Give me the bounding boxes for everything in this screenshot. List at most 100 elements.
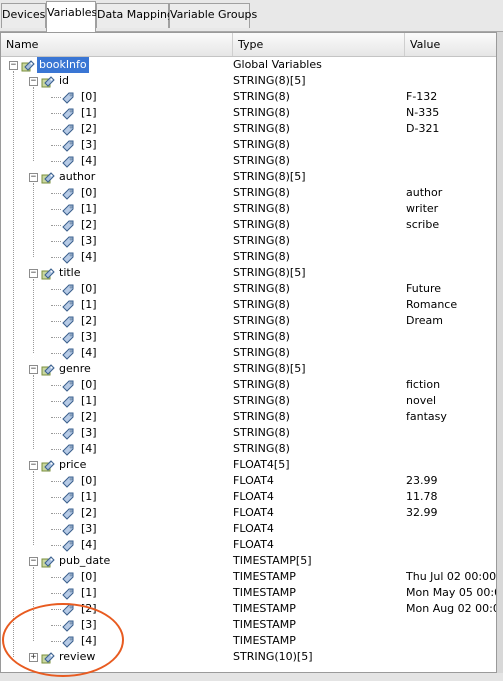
tree-leaf[interactable]: [3] STRING(8) [1,329,496,345]
variables-tree-table[interactable]: Name Type Value − bookInfo Global Variable… [0,32,497,673]
tree-node[interactable]: − genre STRING(8)[5] [1,361,496,377]
column-header-value-label: Value [410,38,441,51]
tree-guide [51,161,61,162]
collapse-toggle-icon[interactable]: − [29,173,38,182]
column-header-name[interactable]: Name [1,33,233,56]
value-cell[interactable]: Mon May 05 00:00: [406,585,496,601]
tree-node[interactable]: − author STRING(8)[5] [1,169,496,185]
value-cell[interactable]: F-132 [406,89,496,105]
value-cell[interactable]: Mon Aug 02 00:00:0 [406,601,496,617]
leaf-name: [4] [81,154,97,167]
tree-leaf[interactable]: [2] STRING(8) D-321 [1,121,496,137]
collapse-toggle-icon[interactable]: − [9,61,18,70]
type-cell: TIMESTAMP [233,602,296,615]
tree-leaf[interactable]: [4] STRING(8) [1,441,496,457]
tree-leaf[interactable]: [0] STRING(8) Future [1,281,496,297]
tree-guide [33,471,34,545]
tag-icon [61,90,75,104]
tree-leaf[interactable]: [2] STRING(8) scribe [1,217,496,233]
tree-leaf[interactable]: [2] STRING(8) Dream [1,313,496,329]
tree-guide [33,279,34,353]
value-cell[interactable]: 32.99 [406,505,496,521]
tree-leaf[interactable]: [1] STRING(8) writer [1,201,496,217]
tree-leaf[interactable]: [4] STRING(8) [1,345,496,361]
tree-leaf[interactable]: [0] STRING(8) fiction [1,377,496,393]
tab-data-mapping[interactable]: Data Mapping [96,3,174,28]
value-cell[interactable]: Future [406,281,496,297]
column-header-value[interactable]: Value [405,33,496,56]
tree-rows: − bookInfo Global Variables − id STRING(8)[5]… [1,57,496,665]
tab-data-mapping-label: Data Mapping [97,8,174,21]
tab-variable-groups[interactable]: Variable Groups [169,3,257,28]
tree-leaf[interactable]: [1] STRING(8) Romance [1,297,496,313]
tree-guide [51,385,61,386]
tree-leaf[interactable]: [3] FLOAT4 [1,521,496,537]
tree-node[interactable]: − id STRING(8)[5] [1,73,496,89]
type-cell: FLOAT4 [233,522,274,535]
tree-leaf[interactable]: [1] FLOAT4 11.78 [1,489,496,505]
tree-leaf[interactable]: [0] FLOAT4 23.99 [1,473,496,489]
struct-icon [41,266,55,280]
tree-leaf[interactable]: [4] STRING(8) [1,153,496,169]
annotation-circle [2,603,124,677]
value-cell[interactable]: N-335 [406,105,496,121]
column-header-type[interactable]: Type [233,33,405,56]
collapse-toggle-icon[interactable]: − [29,557,38,566]
tab-variables[interactable]: Variables [46,1,97,32]
value-cell[interactable]: scribe [406,217,496,233]
tree-guide [51,257,61,258]
tree-node[interactable]: − price FLOAT4[5] [1,457,496,473]
leaf-name: [4] [81,250,97,263]
tree-node[interactable]: − pub_date TIMESTAMP[5] [1,553,496,569]
struct-icon [41,554,55,568]
window-shadow-right [497,32,503,681]
tree-node[interactable]: − bookInfo Global Variables [1,57,496,73]
value-cell[interactable]: 11.78 [406,489,496,505]
tag-icon [61,346,75,360]
tree-leaf[interactable]: [0] STRING(8) author [1,185,496,201]
tab-devices[interactable]: Devices [1,3,46,28]
tree-leaf[interactable]: [0] STRING(8) F-132 [1,89,496,105]
type-cell: STRING(8) [233,426,290,439]
tree-leaf[interactable]: [2] STRING(8) fantasy [1,409,496,425]
value-cell[interactable]: fiction [406,377,496,393]
node-name: author [59,170,96,183]
tree-leaf[interactable]: [3] STRING(8) [1,137,496,153]
collapse-toggle-icon[interactable]: − [29,269,38,278]
value-cell[interactable]: novel [406,393,496,409]
tree-leaf[interactable]: [3] STRING(8) [1,233,496,249]
tree-leaf[interactable]: [3] STRING(8) [1,425,496,441]
tree-leaf[interactable]: [1] STRING(8) N-335 [1,105,496,121]
value-cell[interactable]: Thu Jul 02 00:00:0 [406,569,496,585]
tree-leaf[interactable]: [1] TIMESTAMP Mon May 05 00:00: [1,585,496,601]
tag-icon [61,586,75,600]
collapse-toggle-icon[interactable]: − [29,77,38,86]
node-name: bookInfo [37,57,89,73]
tag-icon [61,522,75,536]
type-cell: STRING(8) [233,90,290,103]
tree-leaf[interactable]: [4] STRING(8) [1,249,496,265]
value-cell[interactable]: Romance [406,297,496,313]
value-cell[interactable]: author [406,185,496,201]
tree-guide [51,241,61,242]
collapse-toggle-icon[interactable]: − [29,461,38,470]
leaf-name: [1] [81,202,97,215]
tag-icon [61,298,75,312]
value-cell[interactable]: D-321 [406,121,496,137]
tree-leaf[interactable]: [4] FLOAT4 [1,537,496,553]
tree-leaf[interactable]: [2] FLOAT4 32.99 [1,505,496,521]
tree-leaf[interactable]: [1] STRING(8) novel [1,393,496,409]
value-cell[interactable]: fantasy [406,409,496,425]
tree-leaf[interactable]: [0] TIMESTAMP Thu Jul 02 00:00:0 [1,569,496,585]
struct-icon [21,58,35,72]
leaf-name: [0] [81,378,97,391]
value-cell[interactable]: Dream [406,313,496,329]
tree-node[interactable]: − title STRING(8)[5] [1,265,496,281]
value-cell[interactable]: writer [406,201,496,217]
tag-icon [61,138,75,152]
collapse-toggle-icon[interactable]: − [29,365,38,374]
value-cell[interactable]: 23.99 [406,473,496,489]
tree-guide [51,193,61,194]
type-cell: STRING(8)[5] [233,170,306,183]
tree-guide [51,401,61,402]
